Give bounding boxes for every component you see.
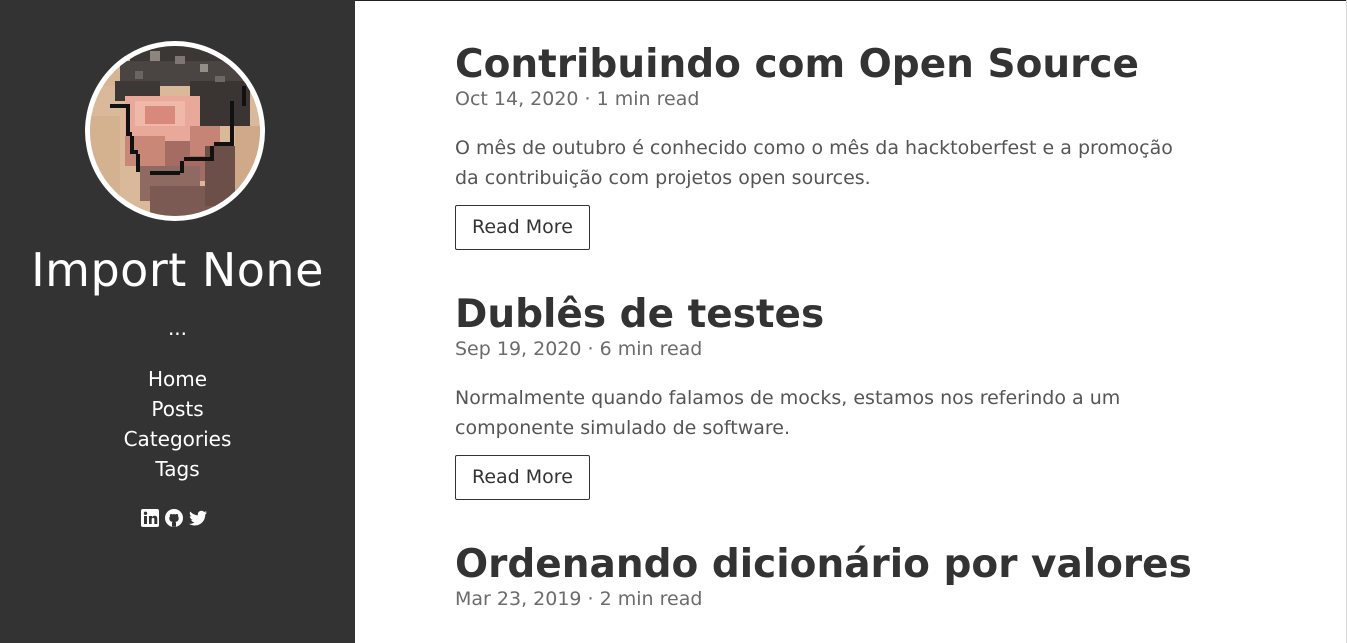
page: Import None ... Home Posts Categories Ta… <box>0 0 1347 643</box>
read-more-button[interactable]: Read More <box>455 205 590 250</box>
post-title[interactable]: Contribuindo com Open Source <box>455 40 1335 90</box>
nav-item-home[interactable]: Home <box>0 364 355 394</box>
sidebar-nav: Home Posts Categories Tags <box>0 364 355 484</box>
post-summary: Normalmente quando falamos de mocks, est… <box>455 387 1121 439</box>
post-title[interactable]: Ordenando dicionário por valores <box>455 540 1335 590</box>
post-item: Dublês de testes Sep 19, 2020 · 6 min re… <box>455 290 1335 500</box>
nav-item-posts[interactable]: Posts <box>0 394 355 424</box>
post-item: Ordenando dicionário por valores Mar 23,… <box>455 540 1335 613</box>
site-description: ... <box>167 316 188 340</box>
post-meta: Sep 19, 2020 · 6 min read <box>455 338 703 360</box>
nav-item-tags[interactable]: Tags <box>0 454 355 484</box>
avatar[interactable] <box>85 41 265 221</box>
site-title[interactable]: Import None <box>0 240 355 300</box>
post-item: Contribuindo com Open Source Oct 14, 202… <box>455 40 1335 250</box>
nav-item-categories[interactable]: Categories <box>0 424 355 454</box>
twitter-icon[interactable] <box>188 508 208 528</box>
pixel-portrait-image <box>90 46 260 216</box>
github-icon[interactable] <box>164 508 184 528</box>
post-title[interactable]: Dublês de testes <box>455 290 1335 340</box>
post-list: Contribuindo com Open Source Oct 14, 202… <box>455 0 1335 643</box>
linkedin-icon[interactable] <box>140 508 160 528</box>
post-summary: O mês de outubro é conhecido como o mês … <box>455 137 1173 189</box>
read-more-button[interactable]: Read More <box>455 455 590 500</box>
sidebar: Import None ... Home Posts Categories Ta… <box>0 0 355 643</box>
social-links <box>140 508 208 530</box>
